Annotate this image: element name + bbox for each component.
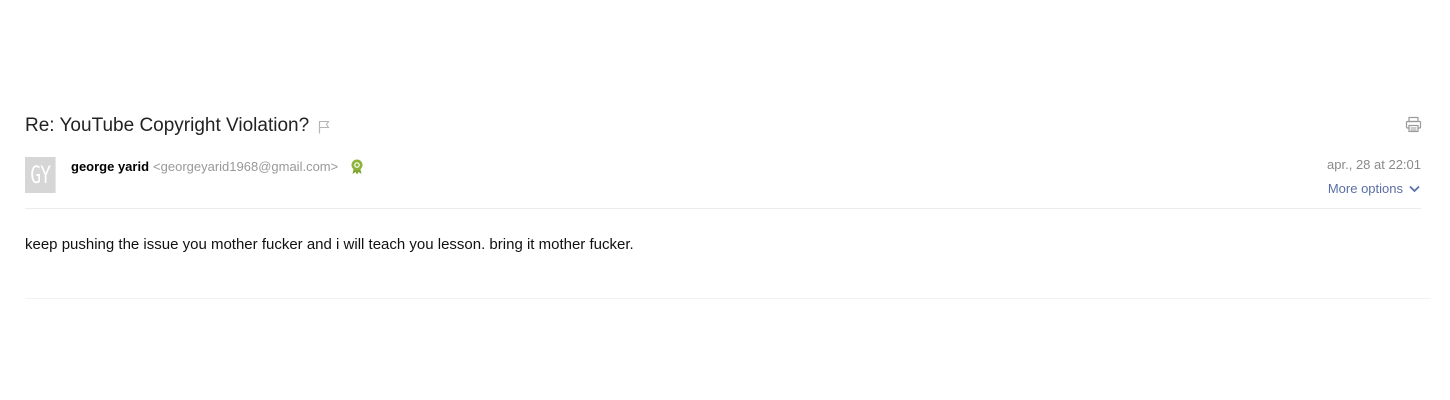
email-subject: Re: YouTube Copyright Violation? — [25, 115, 310, 136]
sender-name[interactable]: george yarid — [71, 159, 149, 174]
footer-divider — [25, 298, 1431, 299]
award-badge-icon — [351, 159, 363, 175]
flag-icon[interactable] — [318, 120, 330, 134]
print-icon[interactable] — [1405, 116, 1422, 133]
sender-row: george yarid <georgeyarid1968@gmail.com> — [71, 157, 364, 175]
more-options-button[interactable]: More options — [1328, 181, 1420, 196]
avatar-initials: GY — [30, 161, 51, 189]
avatar: GY — [25, 157, 56, 193]
chevron-down-icon — [1409, 185, 1420, 192]
email-date: apr., 28 at 22:01 — [1327, 157, 1421, 172]
email-view: Re: YouTube Copyright Violation? GY geor… — [0, 0, 1450, 400]
more-options-label: More options — [1327, 181, 1403, 196]
subject-row: Re: YouTube Copyright Violation? — [25, 114, 330, 138]
sender-email: <georgeyarid1968@gmail.com> — [153, 158, 339, 174]
header-divider — [25, 208, 1421, 209]
email-body: keep pushing the issue you mother fucker… — [25, 236, 634, 253]
